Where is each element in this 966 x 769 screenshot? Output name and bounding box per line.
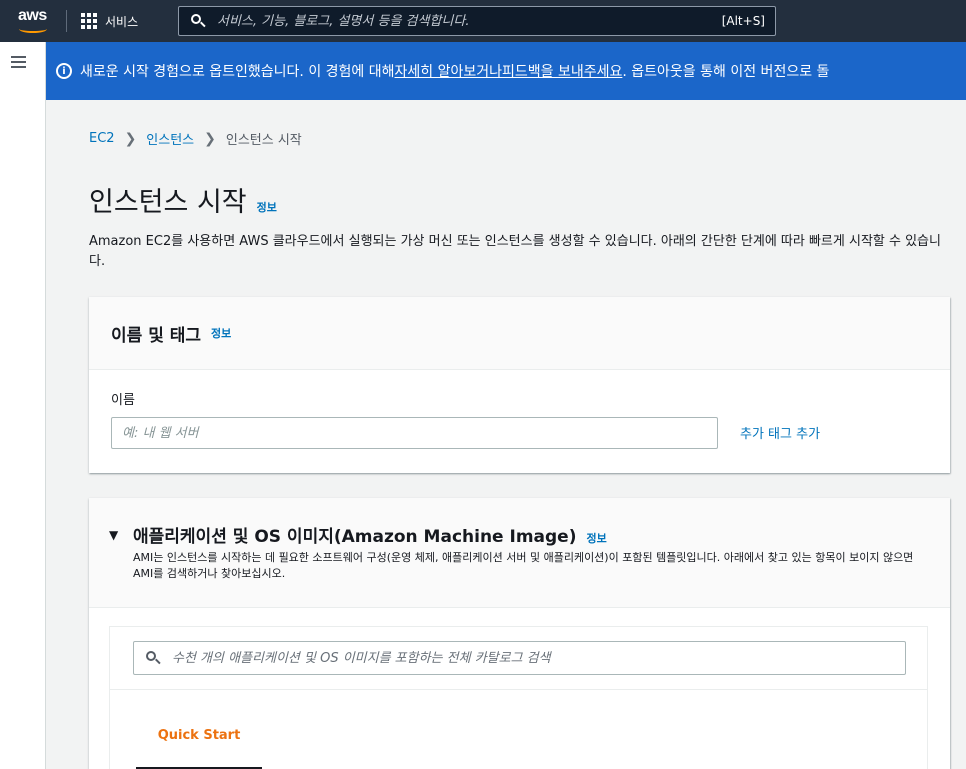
aws-logo[interactable]: aws [0, 0, 66, 42]
breadcrumb: EC2 ❯ 인스턴스 ❯ 인스턴스 시작 [89, 129, 302, 149]
chevron-right-icon: ❯ [204, 130, 216, 147]
name-tags-header: 이름 및 태그 정보 [89, 297, 950, 370]
services-menu-button[interactable]: 서비스 [81, 0, 138, 42]
name-field-label: 이름 [111, 393, 135, 408]
name-tags-title: 이름 및 태그 [111, 325, 202, 346]
catalog-search[interactable] [133, 641, 906, 675]
global-search[interactable]: [Alt+S] [178, 6, 776, 36]
name-tags-info-link[interactable]: 정보 [211, 325, 231, 341]
ami-title-text: 애플리케이션 및 OS 이미지(Amazon Machine Image) [133, 527, 577, 547]
left-rail [0, 42, 46, 769]
services-label: 서비스 [105, 14, 139, 29]
flash-text-start: 새로운 시작 경험으로 옵트인했습니다. 이 경험에 대해 [80, 64, 395, 80]
main-content: EC2 ❯ 인스턴스 ❯ 인스턴스 시작 인스턴스 시작 정보 Amazon E… [46, 100, 966, 769]
catalog-divider [110, 689, 927, 690]
search-icon [146, 651, 161, 665]
catalog-search-input[interactable] [172, 650, 892, 666]
breadcrumb-ec2[interactable]: EC2 [89, 131, 115, 146]
ami-info-link[interactable]: 정보 [586, 530, 606, 546]
search-icon [191, 14, 206, 28]
nav-divider [66, 10, 67, 32]
grid-icon [81, 13, 97, 29]
caret-down-icon[interactable]: ▼ [109, 528, 118, 542]
ami-panel: ▼ 애플리케이션 및 OS 이미지(Amazon Machine Image) … [89, 498, 950, 769]
top-navigation: aws 서비스 [Alt+S] [0, 0, 966, 42]
search-shortcut-hint: [Alt+S] [721, 14, 765, 28]
name-input[interactable] [111, 417, 718, 449]
info-flash-banner: i 새로운 시작 경험으로 옵트인했습니다. 이 경험에 대해 자세히 알아보거… [46, 42, 966, 100]
learn-more-link[interactable]: 자세히 알아보거나 [395, 61, 503, 81]
feedback-link[interactable]: 피드백을 보내주세요 [502, 61, 622, 81]
ami-catalog: Quick Start [109, 626, 928, 769]
name-tags-panel: 이름 및 태그 정보 이름 추가 태그 추가 [89, 297, 950, 473]
page-title: 인스턴스 시작 정보 [89, 180, 277, 219]
aws-logo-text: aws [18, 7, 47, 24]
page-description: Amazon EC2를 사용하면 AWS 클라우드에서 실행되는 가상 머신 또… [89, 234, 941, 269]
global-search-input[interactable] [217, 13, 687, 29]
chevron-right-icon: ❯ [124, 130, 137, 147]
ami-header: ▼ 애플리케이션 및 OS 이미지(Amazon Machine Image) … [89, 498, 950, 608]
menu-icon[interactable] [11, 56, 26, 68]
breadcrumb-current: 인스턴스 시작 [225, 133, 302, 148]
tab-quick-start[interactable]: Quick Start [136, 728, 262, 769]
add-tags-link[interactable]: 추가 태그 추가 [740, 423, 820, 442]
ami-description: AMI는 인스턴스를 시작하는 데 필요한 소프트웨어 구성(운영 체제, 애플… [133, 551, 914, 580]
page-title-text: 인스턴스 시작 [89, 187, 247, 218]
aws-smile-icon [19, 25, 47, 33]
ami-title: 애플리케이션 및 OS 이미지(Amazon Machine Image) 정보 [133, 522, 607, 547]
info-icon: i [56, 63, 72, 79]
breadcrumb-instances[interactable]: 인스턴스 [146, 129, 194, 148]
page-info-link[interactable]: 정보 [257, 199, 277, 215]
flash-text-end: . 옵트아웃을 통해 이전 버전으로 돌 [622, 64, 830, 80]
tab-quick-start-label: Quick Start [157, 728, 241, 743]
